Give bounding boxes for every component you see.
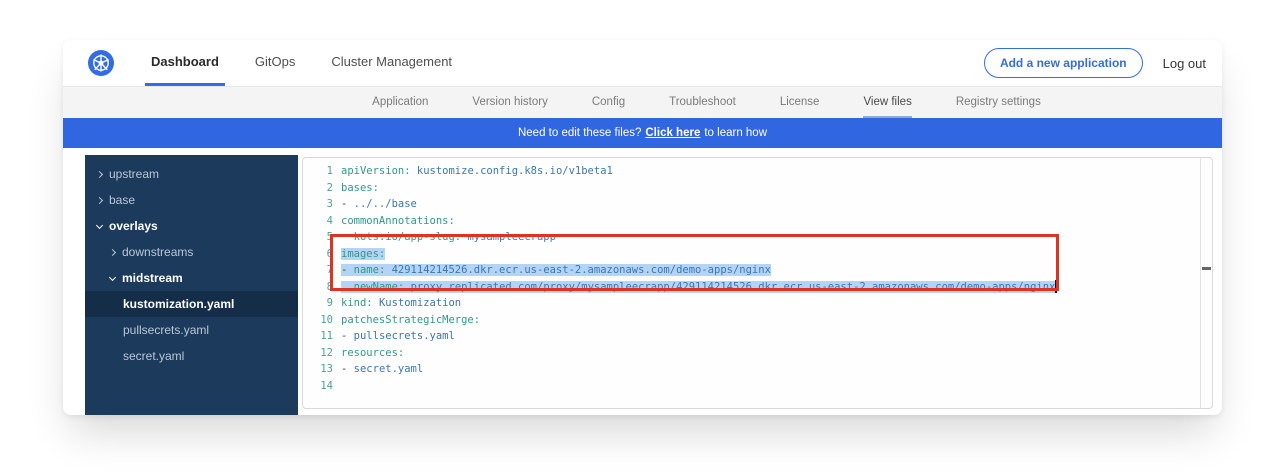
code-line-12[interactable]: 12 resources: xyxy=(303,345,1212,362)
topnav-item-dashboard[interactable]: Dashboard xyxy=(145,40,225,86)
code-line-text: commonAnnotations: xyxy=(341,215,455,227)
code-line-text: bases: xyxy=(341,182,379,194)
line-number: 11 xyxy=(303,330,333,342)
code-line-text: - secret.yaml xyxy=(341,363,423,375)
line-number: 12 xyxy=(303,347,333,359)
tab-config[interactable]: Config xyxy=(592,87,625,118)
line-number: 6 xyxy=(303,248,333,260)
line-number: 2 xyxy=(303,182,333,194)
kubernetes-logo-icon xyxy=(88,50,114,76)
tree-item-secret-yaml[interactable]: secret.yaml xyxy=(85,343,298,369)
code-line-text: kots.io/app-slug: mysampleecrapp xyxy=(341,231,556,243)
chevron-right-icon xyxy=(96,170,103,177)
line-number: 3 xyxy=(303,198,333,210)
tree-item-label: upstream xyxy=(109,167,159,181)
tab-application[interactable]: Application xyxy=(372,87,428,118)
code-line-text: newName: proxy.replicated.com/proxy/mysa… xyxy=(341,280,1057,293)
line-number: 14 xyxy=(303,380,333,392)
code-line-4[interactable]: 4 commonAnnotations: xyxy=(303,213,1212,230)
code-line-text: apiVersion: kustomize.config.k8s.io/v1be… xyxy=(341,165,613,177)
chevron-right-icon xyxy=(109,248,116,255)
topnav-items: Dashboard GitOps Cluster Management xyxy=(145,40,458,86)
application-tab-bar: Application Version history Config Troubles… xyxy=(63,87,1222,118)
code-line-text: - name: 429114214526.dkr.ecr.us-east-2.a… xyxy=(341,264,771,276)
tree-item-pullsecrets-yaml[interactable]: pullsecrets.yaml xyxy=(85,317,298,343)
code-line-13[interactable]: 13 - secret.yaml xyxy=(303,361,1212,378)
tree-item-base[interactable]: base xyxy=(85,187,298,213)
tree-item-upstream[interactable]: upstream xyxy=(85,161,298,187)
tab-view-files[interactable]: View files xyxy=(863,87,911,118)
line-number: 1 xyxy=(303,165,333,177)
chevron-down-icon xyxy=(109,273,116,280)
line-number: 9 xyxy=(303,297,333,309)
chevron-right-icon xyxy=(96,196,103,203)
topbar-actions: Add a new application Log out xyxy=(984,40,1206,86)
topnav-item-gitops[interactable]: GitOps xyxy=(249,40,301,86)
click-here-link[interactable]: Click here xyxy=(645,127,700,139)
code-line-7[interactable]: 7 - name: 429114214526.dkr.ecr.us-east-2.… xyxy=(303,262,1212,279)
tree-item-label: pullsecrets.yaml xyxy=(123,323,209,337)
code-line-text: resources: xyxy=(341,347,404,359)
code-line-9[interactable]: 9 kind: Kustomization xyxy=(303,295,1212,312)
code-line-6[interactable]: 6 images: xyxy=(303,246,1212,263)
admin-console-window: Dashboard GitOps Cluster Management Add a … xyxy=(63,40,1222,415)
code-line-10[interactable]: 10 patchesStrategicMerge: xyxy=(303,312,1212,329)
line-number: 4 xyxy=(303,215,333,227)
tree-item-label: downstreams xyxy=(122,245,193,259)
code-line-text: kind: Kustomization xyxy=(341,297,461,309)
code-line-2[interactable]: 2 bases: xyxy=(303,180,1212,197)
top-navigation-bar: Dashboard GitOps Cluster Management Add a … xyxy=(63,40,1222,87)
code-line-text: - pullsecrets.yaml xyxy=(341,330,455,342)
tree-item-overlays[interactable]: overlays xyxy=(85,213,298,239)
code-line-text: images: xyxy=(341,248,385,260)
yaml-code-editor[interactable]: 1 apiVersion: kustomize.config.k8s.io/v1b… xyxy=(302,157,1213,409)
chevron-down-icon xyxy=(96,221,103,228)
code-line-text: patchesStrategicMerge: xyxy=(341,314,480,326)
editor-scrollbar-marker[interactable] xyxy=(1202,267,1211,270)
tree-item-label: kustomization.yaml xyxy=(123,297,234,311)
logout-link[interactable]: Log out xyxy=(1163,56,1206,71)
text-cursor xyxy=(1055,280,1057,293)
tree-item-kustomization-yaml[interactable]: kustomization.yaml xyxy=(85,291,298,317)
code-line-8[interactable]: 8 newName: proxy.replicated.com/proxy/my… xyxy=(303,279,1212,296)
line-number: 10 xyxy=(303,314,333,326)
code-line-3[interactable]: 3 - ../../base xyxy=(303,196,1212,213)
tree-item-label: secret.yaml xyxy=(123,349,184,363)
tree-item-label: midstream xyxy=(122,271,183,285)
add-new-application-button[interactable]: Add a new application xyxy=(984,48,1143,78)
banner-text-suffix: to learn how xyxy=(704,127,767,139)
file-tree-sidebar: upstream base overlays downstreams midstream… xyxy=(85,155,298,415)
tab-troubleshoot[interactable]: Troubleshoot xyxy=(669,87,736,118)
code-line-1[interactable]: 1 apiVersion: kustomize.config.k8s.io/v1b… xyxy=(303,163,1212,180)
line-number: 5 xyxy=(303,231,333,243)
line-number: 7 xyxy=(303,264,333,276)
topnav-item-cluster-management[interactable]: Cluster Management xyxy=(325,40,458,86)
tab-version-history[interactable]: Version history xyxy=(472,87,547,118)
tab-license[interactable]: License xyxy=(780,87,820,118)
code-line-14[interactable]: 14 xyxy=(303,378,1212,395)
code-line-11[interactable]: 11 - pullsecrets.yaml xyxy=(303,328,1212,345)
line-number: 8 xyxy=(303,281,333,293)
editor-scrollbar-track xyxy=(1200,158,1201,408)
line-number: 13 xyxy=(303,363,333,375)
edit-files-banner: Need to edit these files? Click here to … xyxy=(63,118,1222,148)
code-line-text: - ../../base xyxy=(341,198,417,210)
banner-text-prefix: Need to edit these files? xyxy=(518,127,641,139)
code-line-5[interactable]: 5 kots.io/app-slug: mysampleecrapp xyxy=(303,229,1212,246)
tree-item-label: overlays xyxy=(109,219,158,233)
tree-item-midstream[interactable]: midstream xyxy=(85,265,298,291)
tree-item-label: base xyxy=(109,193,135,207)
tab-registry-settings[interactable]: Registry settings xyxy=(956,87,1041,118)
tree-item-downstreams[interactable]: downstreams xyxy=(85,239,298,265)
